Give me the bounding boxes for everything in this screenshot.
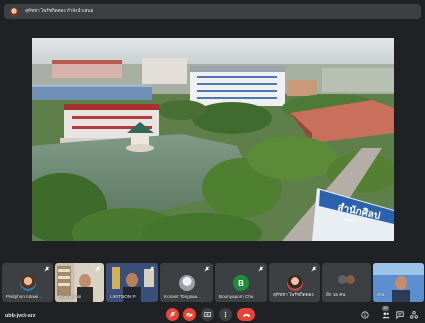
participant-name: Koranit Tongsaa... — [164, 294, 201, 299]
self-name: คุณ — [377, 292, 385, 297]
campus-aerial-image: สำนักศิลป SILAPA — [32, 38, 394, 241]
present-screen-button[interactable] — [201, 308, 214, 321]
avatar — [286, 275, 303, 291]
presenter-avatar — [9, 6, 19, 17]
more-participants-label: อีก 15 คน — [326, 292, 346, 297]
participant-tile[interactable]: Poun Pinoi — [55, 263, 104, 302]
more-vert-icon — [224, 311, 227, 318]
meeting-code: ubb-jvct-srz — [5, 313, 36, 319]
participant-tile[interactable]: Pisitphon Intawi... — [2, 263, 53, 302]
mic-off-icon — [95, 266, 101, 272]
avatar — [346, 275, 355, 284]
chat-button[interactable] — [395, 310, 404, 319]
participant-tile[interactable]: LIKITNON P. — [106, 263, 158, 302]
activities-button[interactable] — [409, 310, 418, 319]
participant-tile[interactable]: สุทัชชา ไพรัชกิตตอง — [269, 263, 320, 302]
participant-name: สุทัชชา ไพรัชกิตตอง — [273, 292, 314, 297]
more-options-button[interactable] — [219, 308, 232, 321]
participant-name: Pisitphon Intawi... — [6, 294, 43, 299]
camera-off-icon — [186, 311, 193, 318]
participant-name: Poun Pinoi — [59, 294, 82, 299]
activities-icon — [409, 310, 418, 319]
mic-toggle-button[interactable] — [166, 308, 179, 321]
participant-name: LIKITNON P. — [110, 294, 137, 299]
mic-off-icon — [204, 266, 210, 272]
main-video[interactable]: สำนักศิลป SILAPA — [32, 38, 394, 241]
avatar — [19, 275, 36, 291]
participant-tile[interactable]: Koranit Tongsaa... — [160, 263, 213, 302]
mic-off-icon — [149, 266, 155, 272]
end-call-button[interactable] — [237, 308, 255, 321]
mic-off-icon — [311, 266, 317, 272]
mic-off-icon — [258, 266, 264, 272]
avatar: B — [233, 275, 249, 291]
mic-off-icon — [44, 266, 50, 272]
participant-name: Boonyaporn Chu — [219, 294, 254, 299]
meeting-info-button[interactable] — [360, 310, 369, 319]
participant-tile[interactable]: B Boonyaporn Chu — [215, 263, 267, 302]
more-participants-tile[interactable]: อีก 15 คน — [322, 263, 371, 302]
end-call-icon — [242, 313, 250, 317]
presenter-name: สุทัชชา ไพรัชกิตตอง กำลังนำเสนอ — [25, 8, 94, 13]
info-icon — [360, 310, 369, 319]
presenter-banner: สุทัชชา ไพรัชกิตตอง กำลังนำเสนอ — [4, 4, 421, 19]
chat-icon — [395, 310, 404, 319]
camera-toggle-button[interactable] — [183, 308, 196, 321]
present-screen-icon — [204, 312, 211, 317]
avatar — [178, 275, 195, 291]
people-button[interactable] — [381, 310, 390, 319]
people-icon — [381, 312, 390, 318]
mic-off-icon — [169, 311, 176, 318]
self-tile[interactable]: คุณ — [373, 263, 424, 302]
